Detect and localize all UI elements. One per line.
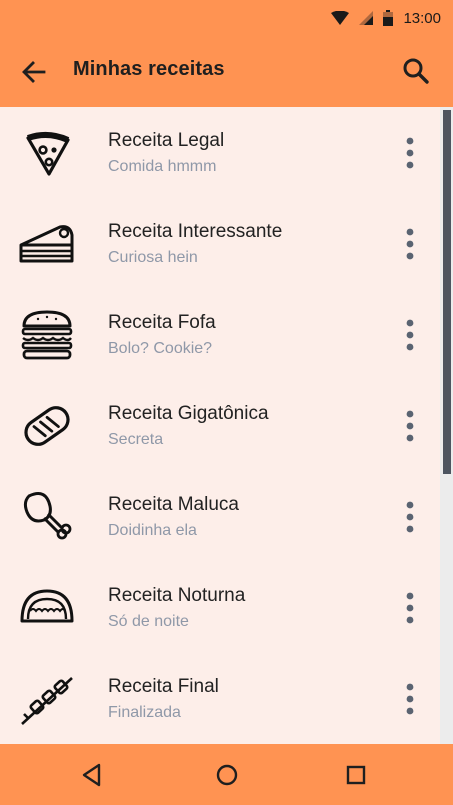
list-item[interactable]: Receita Noturna Só de noite <box>0 562 440 653</box>
taco-icon <box>20 589 74 623</box>
signal-icon <box>359 11 374 25</box>
more-vert-icon[interactable] <box>398 681 422 717</box>
nav-recents-icon[interactable] <box>343 762 369 788</box>
item-title: Receita Legal <box>108 130 225 151</box>
item-subtitle: Curiosa hein <box>108 249 198 266</box>
nav-back-icon[interactable] <box>79 762 105 788</box>
item-title: Receita Final <box>108 676 219 697</box>
item-title: Receita Noturna <box>108 585 246 606</box>
recipe-list-container: Receita Legal Comida hmmm Receita Intere… <box>0 107 453 744</box>
more-vert-icon[interactable] <box>398 408 422 444</box>
more-vert-icon[interactable] <box>398 226 422 262</box>
status-icons: 13:00 <box>331 8 441 28</box>
item-subtitle: Só de noite <box>108 613 189 630</box>
list-item[interactable]: Receita Fofa Bolo? Cookie? <box>0 289 440 380</box>
list-item[interactable]: Receita Maluca Doidinha ela <box>0 471 440 562</box>
more-vert-icon[interactable] <box>398 499 422 535</box>
navigation-bar <box>0 744 453 805</box>
item-subtitle: Secreta <box>108 431 164 448</box>
item-subtitle: Finalizada <box>108 704 181 721</box>
item-title: Receita Fofa <box>108 312 216 333</box>
status-time: 13:00 <box>403 9 441 27</box>
scrollbar-thumb[interactable] <box>443 110 451 474</box>
arrow-back-icon[interactable] <box>20 58 48 86</box>
item-title: Receita Gigatônica <box>108 403 269 424</box>
item-title: Receita Maluca <box>108 494 239 515</box>
item-subtitle: Comida hmmm <box>108 158 217 175</box>
search-icon[interactable] <box>401 56 431 86</box>
more-vert-icon[interactable] <box>398 135 422 171</box>
list-item[interactable]: Receita Gigatônica Secreta <box>0 380 440 471</box>
more-vert-icon[interactable] <box>398 590 422 626</box>
wifi-icon <box>331 11 350 25</box>
nav-home-icon[interactable] <box>214 762 240 788</box>
skewer-icon <box>21 677 73 725</box>
status-bar: 13:00 <box>0 0 453 34</box>
more-vert-icon[interactable] <box>398 317 422 353</box>
item-subtitle: Doidinha ela <box>108 522 197 539</box>
bread-icon <box>24 406 70 446</box>
app-bar: Minhas receitas <box>0 34 453 107</box>
drumstick-icon <box>23 492 72 540</box>
item-title: Receita Interessante <box>108 221 283 242</box>
burger-icon <box>21 310 73 360</box>
page-title: Minhas receitas <box>73 58 225 80</box>
item-subtitle: Bolo? Cookie? <box>108 340 213 357</box>
list-item[interactable]: Receita Legal Comida hmmm <box>0 107 440 198</box>
list-item[interactable]: Receita Interessante Curiosa hein <box>0 198 440 289</box>
cake-slice-icon <box>19 225 74 263</box>
pizza-slice-icon <box>26 132 70 176</box>
list-item[interactable]: Receita Final Finalizada <box>0 653 440 744</box>
battery-icon <box>383 10 394 26</box>
